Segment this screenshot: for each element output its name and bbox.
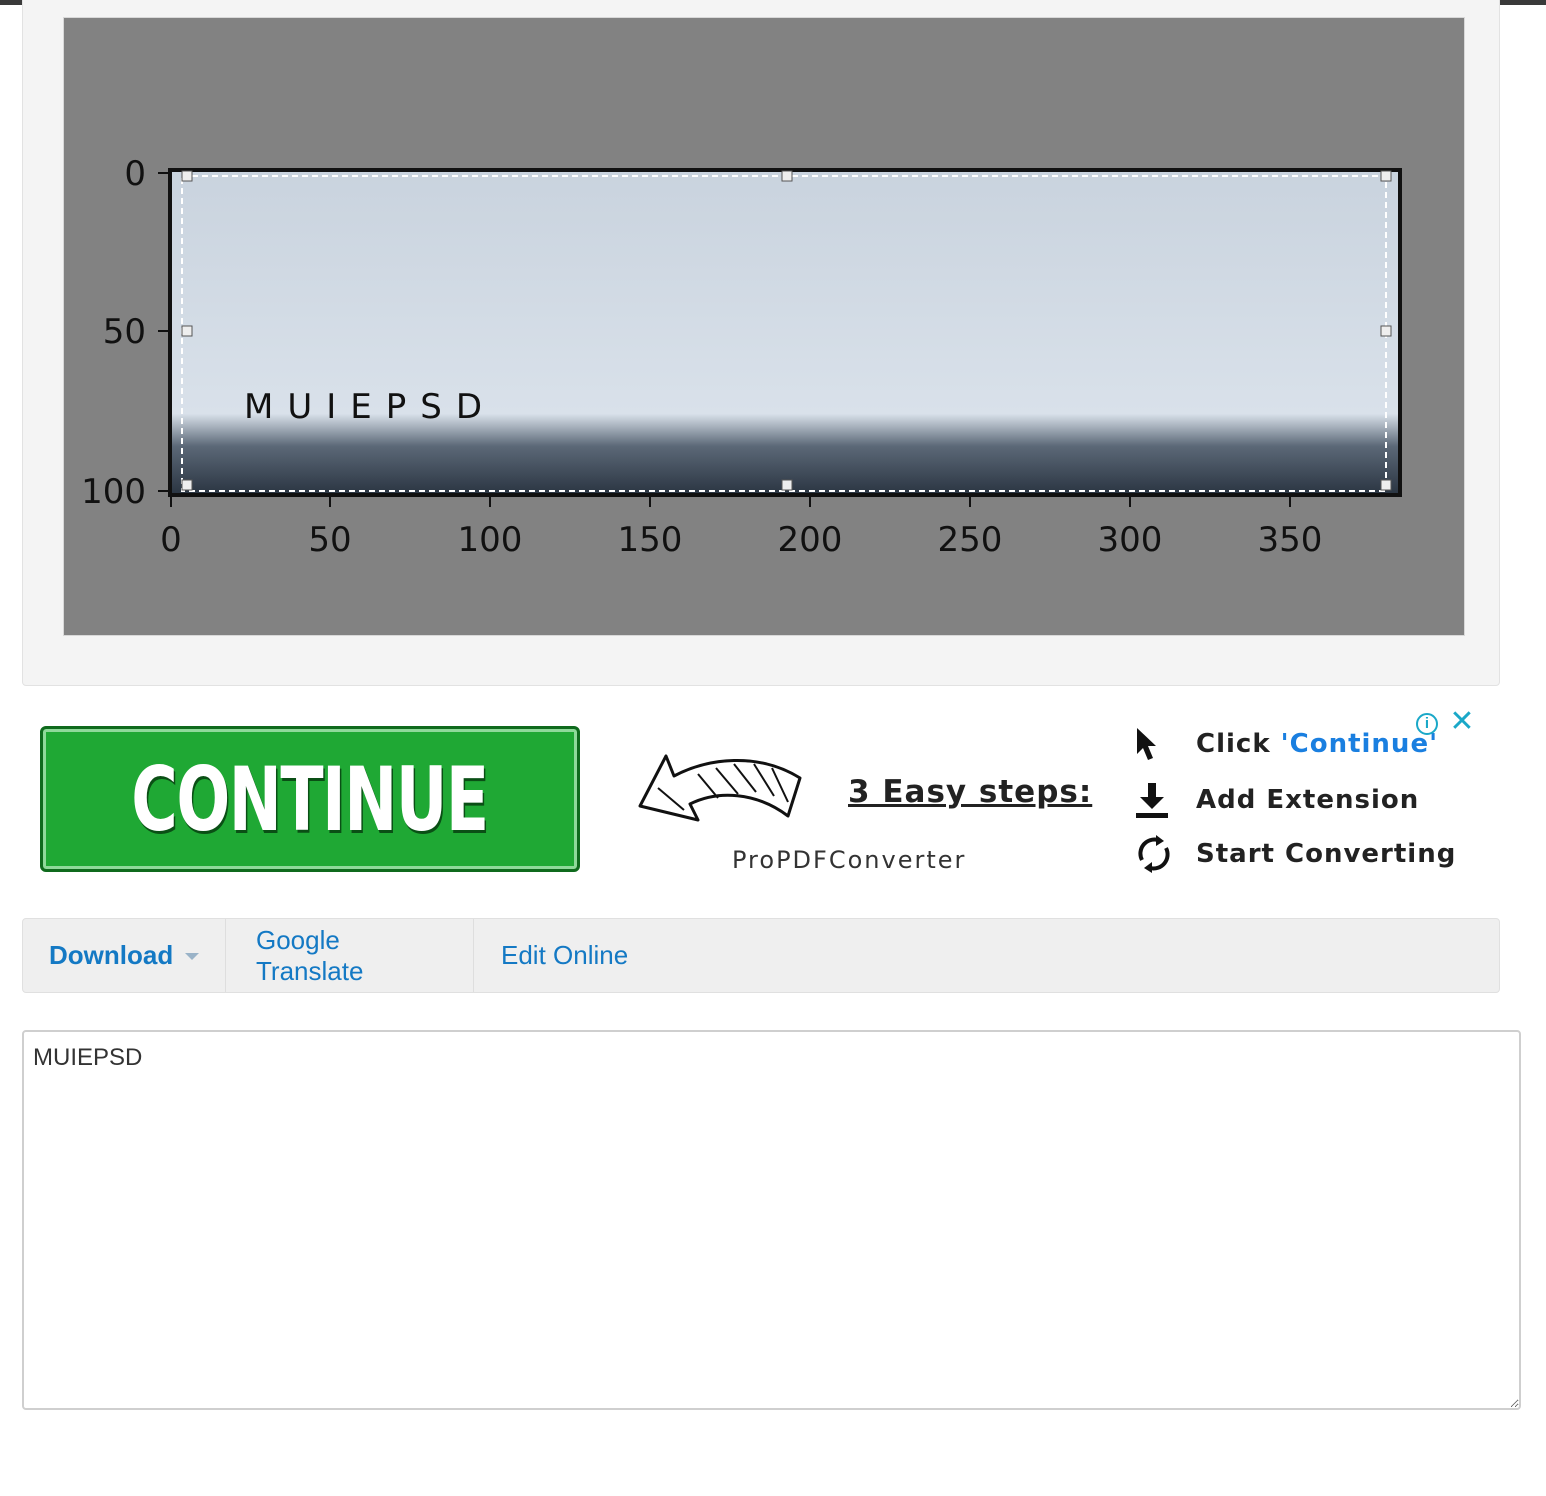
y-tick-label: 100	[81, 472, 146, 512]
chevron-down-icon	[185, 953, 200, 960]
download-label: Download	[49, 940, 174, 970]
refresh-icon	[1134, 834, 1178, 874]
x-tick-label: 150	[618, 520, 683, 560]
ad-step-add-extension-text: Add Extension	[1196, 785, 1420, 815]
curved-arrow-icon	[638, 754, 802, 822]
crop-handle-bottom-right[interactable]	[1380, 479, 1392, 491]
ocr-result-textarea[interactable]	[22, 1030, 1521, 1410]
crop-handle-middle-right[interactable]	[1380, 325, 1392, 337]
x-tick-label: 0	[160, 520, 182, 560]
ad-brand-name: ProPDFConverter	[732, 846, 967, 874]
result-toolbar: Download Google Translate Edit Online	[22, 918, 1500, 993]
download-icon	[1134, 780, 1178, 820]
edit-online-link[interactable]: Edit Online	[474, 919, 654, 992]
y-tick-label: 0	[124, 154, 146, 194]
ad-step-click-text: Click	[1196, 729, 1281, 759]
plate-image-text: MUIEPSD	[244, 387, 496, 427]
image-preview-canvas: MUIEPSD 0 50 100 0 50 100 150 200 250 30…	[63, 17, 1465, 636]
x-tick-label: 250	[938, 520, 1003, 560]
uploaded-image-plot: MUIEPSD 0 50 100 0 50 100 150 200 250 30…	[81, 154, 1402, 560]
ad-step-click: Click 'Continue'	[1134, 724, 1438, 764]
adchoices-info-icon[interactable]: i	[1416, 713, 1438, 735]
google-translate-link[interactable]: Google Translate	[226, 919, 474, 992]
crop-handle-bottom-left[interactable]	[181, 479, 193, 491]
plate-image	[168, 168, 1402, 497]
crop-handle-bottom-center[interactable]	[781, 479, 793, 491]
crop-handle-top-right[interactable]	[1380, 170, 1392, 182]
x-tick-label: 350	[1258, 520, 1323, 560]
ad-close-icon[interactable]: ✕	[1448, 707, 1476, 737]
ad-continue-label: CONTINUE	[131, 747, 490, 851]
x-tick-label: 50	[308, 520, 351, 560]
ad-continue-button[interactable]: CONTINUE	[40, 726, 580, 872]
y-tick-label: 50	[103, 312, 146, 352]
crop-handle-middle-left[interactable]	[181, 325, 193, 337]
crop-handle-top-left[interactable]	[181, 170, 193, 182]
ad-steps-title: 3 Easy steps:	[848, 774, 1093, 810]
download-dropdown-button[interactable]: Download	[23, 919, 226, 992]
x-tick-label: 200	[778, 520, 843, 560]
ad-step-start-converting-text: Start Converting	[1196, 839, 1457, 869]
ad-banner[interactable]: CONTINUE 3 Easy steps: ProPDFConverter C…	[22, 700, 1500, 900]
ad-step-click-accent: 'Continue'	[1280, 729, 1439, 759]
ad-step-start-converting: Start Converting	[1134, 834, 1456, 874]
x-tick-label: 300	[1098, 520, 1163, 560]
x-tick-label: 100	[458, 520, 523, 560]
ad-step-add-extension: Add Extension	[1134, 780, 1419, 820]
crop-handle-top-center[interactable]	[781, 170, 793, 182]
cursor-icon	[1134, 724, 1178, 764]
